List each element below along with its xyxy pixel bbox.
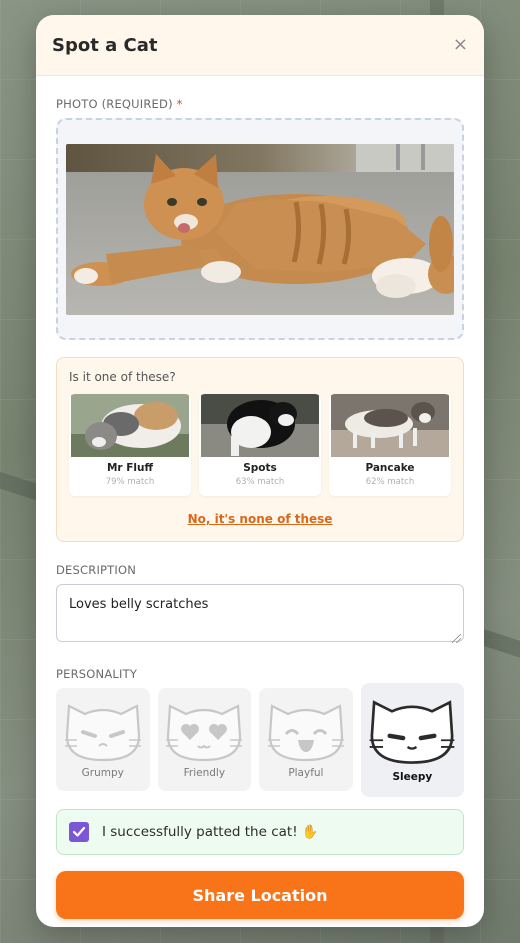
match-card-pancake[interactable]: Pancake 62% match	[329, 394, 451, 496]
sleepy-cat-face-icon	[370, 700, 455, 764]
photo-label: PHOTO (REQUIRED) *	[56, 97, 464, 111]
personality-sleepy[interactable]: Sleepy	[360, 683, 464, 797]
modal-header: Spot a Cat ×	[36, 15, 484, 76]
match-percent: 79% match	[105, 477, 155, 487]
personality-label: PERSONALITY	[56, 667, 138, 681]
personality-label-sleepy: Sleepy	[392, 771, 433, 783]
personality-label-grumpy: Grumpy	[81, 767, 124, 779]
checkmark-icon	[72, 826, 86, 837]
resize-handle-icon[interactable]	[452, 634, 461, 643]
description-field[interactable]: Loves belly scratches	[56, 584, 464, 642]
personality-friendly[interactable]: Friendly	[157, 688, 252, 791]
patted-cat-checkbox-row[interactable]: I successfully patted the cat! ✋	[56, 809, 464, 855]
patted-label: I successfully patted the cat! ✋	[102, 824, 319, 840]
cat-thumbnail	[71, 394, 189, 457]
cat-photo	[66, 144, 454, 315]
none-of-these-link[interactable]: No, it's none of these	[69, 512, 451, 526]
required-marker: *	[176, 97, 183, 111]
heart-eyes-cat-face-icon	[166, 704, 243, 762]
match-suggestions: Is it one of these? Mr Fluff 79% match S…	[56, 357, 464, 542]
description-label: DESCRIPTION	[56, 563, 137, 577]
match-name: Spots	[243, 462, 277, 474]
personality-grumpy[interactable]: Grumpy	[56, 688, 150, 791]
modal-title: Spot a Cat	[52, 34, 158, 56]
cat-thumbnail	[331, 394, 449, 457]
share-location-button[interactable]: Share Location	[56, 871, 464, 919]
match-card-spots[interactable]: Spots 63% match	[199, 394, 321, 496]
match-card-mr-fluff[interactable]: Mr Fluff 79% match	[69, 394, 191, 496]
photo-dropzone[interactable]	[56, 118, 464, 340]
spot-cat-modal: Spot a Cat × PHOTO (REQUIRED) * Is it on…	[36, 15, 484, 927]
patted-checkbox[interactable]	[69, 822, 89, 842]
laughing-cat-face-icon	[267, 704, 344, 762]
personality-options: Grumpy Friendly Playful Sleepy	[56, 683, 464, 797]
match-name: Pancake	[365, 462, 415, 474]
cat-thumbnail	[201, 394, 319, 457]
match-percent: 62% match	[365, 477, 415, 487]
personality-label-friendly: Friendly	[183, 767, 226, 779]
close-icon[interactable]: ×	[453, 36, 468, 54]
personality-playful[interactable]: Playful	[259, 688, 353, 791]
match-name: Mr Fluff	[106, 462, 154, 474]
match-question: Is it one of these?	[69, 370, 176, 384]
grumpy-cat-face-icon	[64, 704, 141, 762]
personality-label-playful: Playful	[288, 767, 324, 779]
photo-label-text: PHOTO (REQUIRED)	[56, 97, 173, 111]
match-percent: 63% match	[235, 477, 285, 487]
